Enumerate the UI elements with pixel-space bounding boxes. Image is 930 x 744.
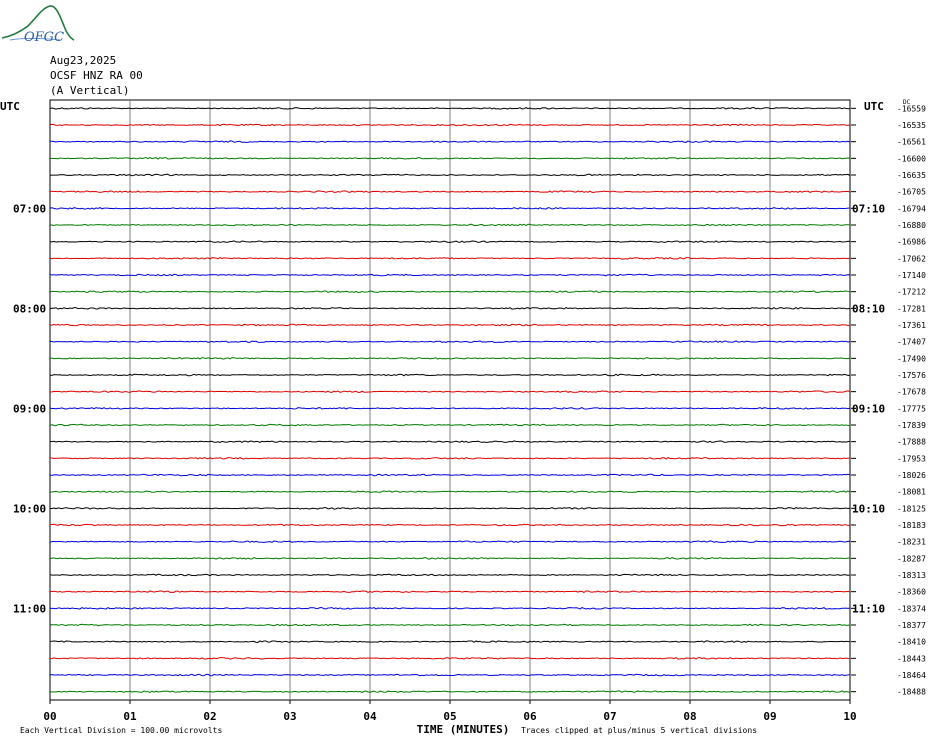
dc-offset-label: -18410 (897, 638, 926, 647)
dc-offset-label: -16600 (897, 154, 926, 163)
right-hour-label: 11:10 (852, 602, 885, 615)
dc-offset-label: -16559 (897, 104, 926, 113)
dc-offset-label: -18313 (897, 571, 926, 580)
dc-offset-label: -18464 (897, 671, 926, 680)
dc-offset-label: -17281 (897, 304, 926, 313)
seismogram-chart: -16559 -16535 -16561 -16600 -16635 -16705 -167… (0, 99, 926, 736)
dc-header-label: DC (903, 99, 911, 106)
dc-offset-label: -18374 (897, 604, 926, 613)
x-tick-label: 09 (763, 710, 776, 723)
dc-offset-label: -16561 (897, 138, 926, 147)
dc-offset-label: -17407 (897, 338, 926, 347)
dc-offset-label: -17839 (897, 421, 926, 430)
dc-offset-label: -17490 (897, 354, 926, 363)
dc-offset-label: -17888 (897, 438, 926, 447)
dc-offset-label: -16880 (897, 221, 926, 230)
dc-offset-label: -18125 (897, 504, 926, 513)
dc-offset-label: -18081 (897, 488, 926, 497)
dc-offset-label: -16705 (897, 188, 926, 197)
dc-offset-label: -17140 (897, 271, 926, 280)
dc-offset-label: -18231 (897, 538, 926, 547)
left-hour-label: 08:00 (13, 302, 46, 315)
right-axis-label: UTC (864, 100, 884, 113)
dc-offset-label: -18443 (897, 654, 926, 663)
right-hour-label: 10:10 (852, 502, 885, 515)
dc-offset-label: -18488 (897, 688, 926, 697)
x-tick-label: 07 (603, 710, 616, 723)
dc-offset-label: -18026 (897, 471, 926, 480)
dc-offset-label: -17062 (897, 254, 926, 263)
left-hour-label: 09:00 (13, 402, 46, 415)
dc-offset-label: -16794 (897, 204, 926, 213)
dc-offset-label: -17678 (897, 388, 926, 397)
x-tick-label: 00 (43, 710, 56, 723)
left-hour-label: 10:00 (13, 502, 46, 515)
dc-offset-label: -17953 (897, 454, 926, 463)
dc-offset-label: -16986 (897, 238, 926, 247)
dc-offset-label: -16635 (897, 171, 926, 180)
x-tick-label: 02 (203, 710, 216, 723)
footer-right-note: Traces clipped at plus/minus 5 vertical … (521, 726, 757, 735)
x-axis-title: TIME (MINUTES) (417, 723, 510, 736)
left-axis-label: UTC (0, 100, 20, 113)
left-hour-label: 11:00 (13, 602, 46, 615)
x-tick-label: 06 (523, 710, 537, 723)
dc-offset-label: -17576 (897, 371, 926, 380)
dc-offset-label: -16535 (897, 121, 926, 130)
dc-offset-label: -18377 (897, 621, 926, 630)
dc-offset-label: -18360 (897, 588, 926, 597)
x-tick-label: 01 (123, 710, 137, 723)
x-tick-label: 03 (283, 710, 296, 723)
dc-offset-label: -18287 (897, 554, 926, 563)
left-hour-label: 07:00 (13, 202, 46, 215)
dc-offset-label: -17212 (897, 288, 926, 297)
footer-left-note: Each Vertical Division = 100.00 microvol… (20, 726, 222, 735)
dc-offset-label: -18183 (897, 521, 926, 530)
x-tick-label: 05 (443, 710, 456, 723)
dc-offset-label: -17775 (897, 404, 926, 413)
dc-offset-label: -17361 (897, 321, 926, 330)
x-tick-label: 08 (683, 710, 696, 723)
x-tick-label: 10 (843, 710, 856, 723)
right-hour-label: 08:10 (852, 302, 885, 315)
x-tick-label: 04 (363, 710, 377, 723)
right-hour-label: 07:10 (852, 202, 885, 215)
right-hour-label: 09:10 (852, 402, 885, 415)
